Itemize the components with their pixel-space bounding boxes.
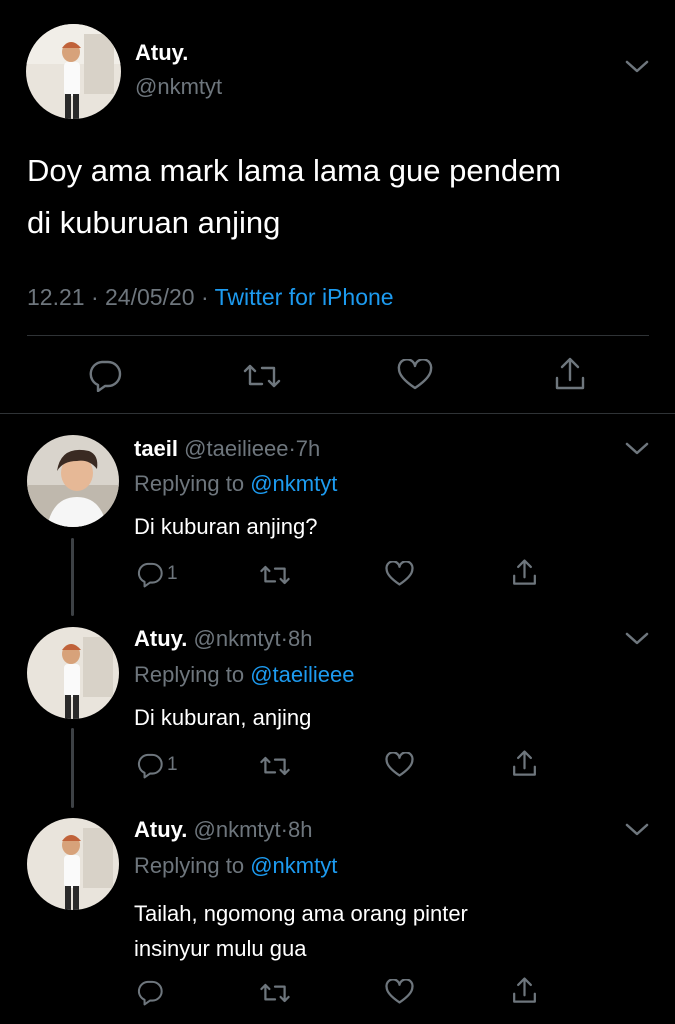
- reply-count: 1: [167, 754, 178, 775]
- chevron-down-icon[interactable]: [624, 440, 650, 458]
- source-link[interactable]: Twitter for iPhone: [215, 284, 394, 310]
- like-icon[interactable]: [385, 979, 414, 1005]
- chevron-down-icon[interactable]: [624, 58, 650, 76]
- tweet-text: Di kuburan anjing?: [134, 514, 318, 539]
- tweet-text-line: di kuburuan anjing: [27, 205, 281, 240]
- tweet-header: taeil @taeilieee·7h: [134, 436, 320, 462]
- replying-to-label: Replying to: [134, 471, 245, 496]
- avatar[interactable]: [26, 24, 121, 119]
- like-icon[interactable]: [385, 752, 414, 778]
- relative-time[interactable]: 8h: [288, 626, 312, 651]
- avatar[interactable]: [27, 435, 119, 527]
- retweet-icon[interactable]: [259, 562, 291, 588]
- reply-action[interactable]: 1: [136, 560, 178, 588]
- handle[interactable]: @taeilieee: [184, 436, 288, 461]
- replying-to: Replying to @nkmtyt: [134, 853, 337, 879]
- separator: ·: [280, 817, 288, 842]
- reply-count: 1: [167, 563, 178, 584]
- separator: ·: [280, 626, 288, 651]
- replying-to-handle[interactable]: @nkmtyt: [250, 853, 337, 878]
- replying-to-label: Replying to: [134, 662, 245, 687]
- replying-to-label: Replying to: [134, 853, 245, 878]
- retweet-icon[interactable]: [259, 980, 291, 1006]
- like-icon[interactable]: [397, 359, 433, 391]
- tweet-meta: 12.21 · 24/05/20 · Twitter for iPhone: [27, 284, 394, 311]
- tweet-text-line: insinyur mulu gua: [134, 936, 307, 961]
- share-icon[interactable]: [511, 558, 538, 587]
- tweet-text: Tailah, ngomong ama orang pinter insinyu…: [134, 896, 468, 966]
- reply-icon[interactable]: [87, 358, 123, 392]
- share-icon[interactable]: [553, 356, 587, 392]
- tweet-header: Atuy. @nkmtyt·8h: [134, 817, 312, 843]
- handle[interactable]: @nkmtyt: [135, 74, 222, 100]
- tweet-text: Doy ama mark lama lama gue pendem di kub…: [27, 145, 561, 249]
- display-name[interactable]: Atuy.: [134, 626, 187, 651]
- handle[interactable]: @nkmtyt: [194, 817, 281, 842]
- chevron-down-icon[interactable]: [624, 821, 650, 839]
- reply-action[interactable]: 1: [136, 751, 178, 779]
- thread-line: [71, 538, 74, 616]
- retweet-icon[interactable]: [259, 753, 291, 779]
- section-divider: [0, 413, 675, 414]
- reply-icon[interactable]: [136, 978, 164, 1006]
- separator: ·: [200, 284, 209, 310]
- reply-icon[interactable]: [136, 560, 164, 588]
- timestamp-date: 24/05/20: [105, 284, 195, 310]
- tweet-text: Di kuburan, anjing: [134, 705, 312, 730]
- retweet-icon[interactable]: [242, 360, 282, 392]
- tweet-header: Atuy. @nkmtyt·8h: [134, 626, 312, 652]
- avatar[interactable]: [27, 627, 119, 719]
- chevron-down-icon[interactable]: [624, 630, 650, 648]
- avatar[interactable]: [27, 818, 119, 910]
- share-icon[interactable]: [511, 976, 538, 1005]
- display-name[interactable]: taeil: [134, 436, 178, 461]
- replying-to-handle[interactable]: @nkmtyt: [250, 471, 337, 496]
- relative-time[interactable]: 8h: [288, 817, 312, 842]
- replying-to: Replying to @nkmtyt: [134, 471, 337, 497]
- display-name[interactable]: Atuy.: [134, 817, 187, 842]
- separator: ·: [288, 436, 296, 461]
- tweet-text-line: Tailah, ngomong ama orang pinter: [134, 901, 468, 926]
- like-icon[interactable]: [385, 561, 414, 587]
- reply-icon[interactable]: [136, 751, 164, 779]
- handle[interactable]: @nkmtyt: [194, 626, 281, 651]
- relative-time[interactable]: 7h: [296, 436, 320, 461]
- thread-line: [71, 728, 74, 808]
- tweet-text-line: Doy ama mark lama lama gue pendem: [27, 153, 562, 188]
- divider: [27, 335, 649, 336]
- share-icon[interactable]: [511, 749, 538, 778]
- timestamp-time: 12.21: [27, 284, 85, 310]
- display-name[interactable]: Atuy.: [135, 40, 188, 66]
- replying-to: Replying to @taeilieee: [134, 662, 355, 688]
- replying-to-handle[interactable]: @taeilieee: [250, 662, 354, 687]
- separator: ·: [90, 284, 99, 310]
